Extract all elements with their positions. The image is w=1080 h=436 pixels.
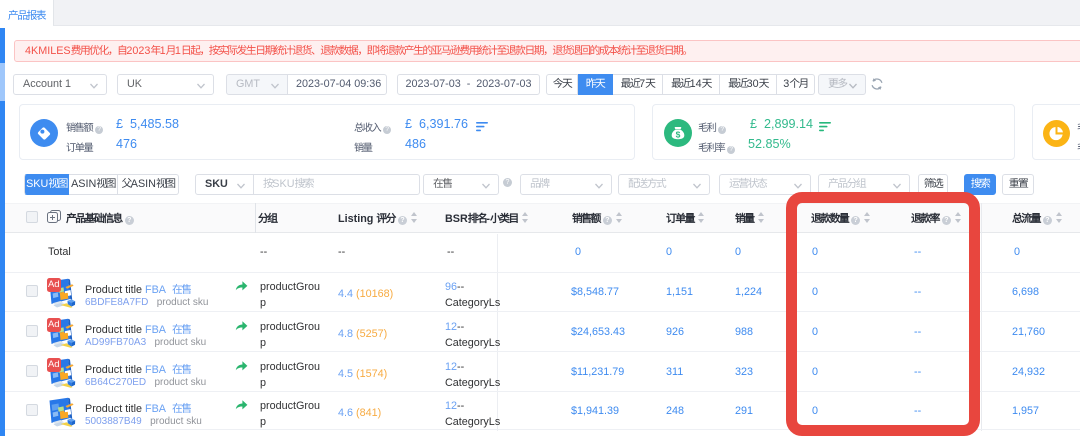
svg-text:$: $ <box>676 130 681 140</box>
